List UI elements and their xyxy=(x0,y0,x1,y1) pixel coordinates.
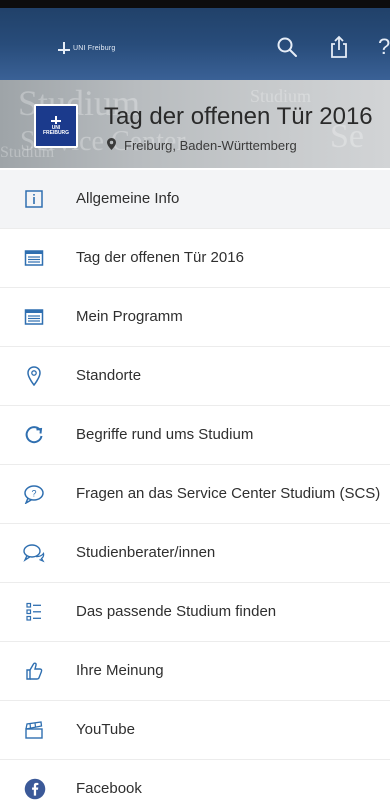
menu-item-studienberater[interactable]: Studienberater/innen xyxy=(0,524,390,583)
menu-item-label: Mein Programm xyxy=(76,308,183,325)
menu-item-passende-studium[interactable]: Das passende Studium finden xyxy=(0,583,390,642)
menu-item-facebook[interactable]: Facebook xyxy=(0,760,390,812)
calendar-list-icon xyxy=(22,305,46,329)
menu-item-label: YouTube xyxy=(76,721,135,738)
menu-item-youtube[interactable]: YouTube xyxy=(0,701,390,760)
status-bar xyxy=(0,0,390,8)
facebook-icon xyxy=(22,777,46,801)
menu-item-label: Studienberater/innen xyxy=(76,544,216,561)
calendar-list-icon xyxy=(22,246,46,270)
menu-item-label: Allgemeine Info xyxy=(76,190,180,207)
menu-item-label: Das passende Studium finden xyxy=(76,603,277,620)
svg-text:?: ? xyxy=(31,489,36,499)
top-app-bar: UNI Freiburg ? xyxy=(0,0,390,80)
university-logo[interactable]: UNI Freiburg xyxy=(58,42,115,54)
share-icon[interactable] xyxy=(326,34,352,60)
checklist-icon xyxy=(22,600,46,624)
menu-item-label: Tag der offenen Tür 2016 xyxy=(76,249,244,266)
event-location-label: Freiburg, Baden-Württemberg xyxy=(124,138,297,153)
event-title: Tag der offenen Tür 2016 xyxy=(104,103,373,130)
map-pin-icon xyxy=(22,364,46,388)
refresh-icon xyxy=(22,423,46,447)
uni-cross-icon xyxy=(51,115,61,124)
event-location: Freiburg, Baden-Württemberg xyxy=(107,138,297,153)
menu-item-fragen-scs[interactable]: ? Fragen an das Service Center Studium (… xyxy=(0,465,390,524)
thumbs-up-icon xyxy=(22,659,46,683)
menu-item-tag-der-offenen-tuer[interactable]: Tag der offenen Tür 2016 xyxy=(0,229,390,288)
uni-cross-icon xyxy=(58,42,70,54)
menu-item-ihre-meinung[interactable]: Ihre Meinung xyxy=(0,642,390,701)
brand-label: UNI Freiburg xyxy=(73,44,116,52)
menu-item-label: Standorte xyxy=(76,367,142,384)
info-icon xyxy=(22,187,46,211)
question-bubble-icon: ? xyxy=(22,482,46,506)
clapperboard-icon xyxy=(22,718,46,742)
menu-item-label: Begriffe rund ums Studium xyxy=(76,426,254,443)
menu-item-label: Fragen an das Service Center Studium (SC… xyxy=(76,485,381,502)
event-logo-text: UNI FREIBURG xyxy=(42,124,70,136)
search-icon[interactable] xyxy=(274,34,300,60)
event-logo: UNI FREIBURG xyxy=(34,104,78,148)
more-icon[interactable]: ? xyxy=(378,34,390,60)
location-pin-icon xyxy=(107,138,116,153)
menu-item-allgemeine-info[interactable]: Allgemeine Info xyxy=(0,170,390,229)
chat-bubbles-icon xyxy=(22,541,46,565)
menu-item-label: Facebook xyxy=(76,780,142,797)
menu-item-mein-programm[interactable]: Mein Programm xyxy=(0,288,390,347)
menu-item-label: Ihre Meinung xyxy=(76,662,164,679)
menu-item-begriffe[interactable]: Begriffe rund ums Studium xyxy=(0,406,390,465)
menu-item-standorte[interactable]: Standorte xyxy=(0,347,390,406)
